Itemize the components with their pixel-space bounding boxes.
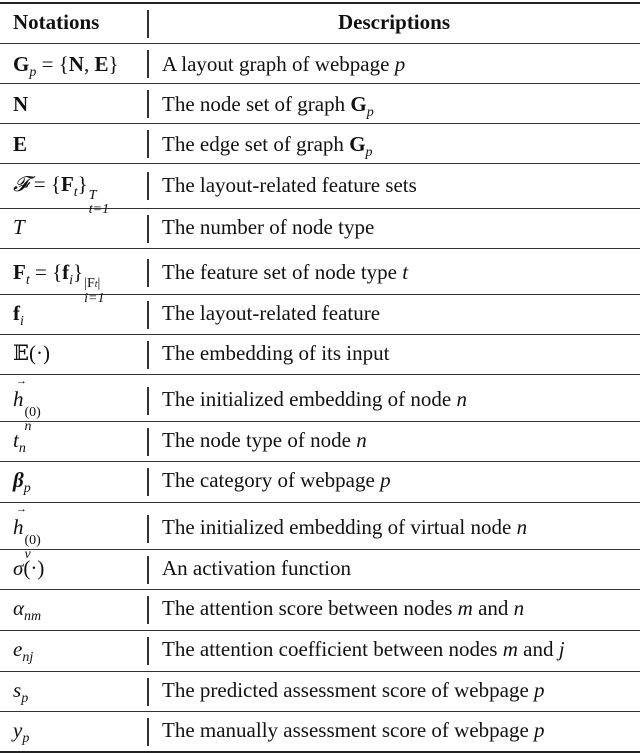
table-row: tn The node type of node n — [0, 422, 640, 462]
description-cell: An activation function — [162, 556, 351, 580]
description-cell: The number of node type — [162, 215, 375, 239]
description-cell: The attention score between nodes m and … — [162, 596, 525, 620]
description-cell: The attention coefficient between nodes … — [162, 637, 565, 661]
column-separator — [147, 259, 149, 287]
description-cell: The layout-related feature — [162, 301, 381, 325]
table-row: N The node set of graph Gp — [0, 84, 640, 124]
notation-cell: 𝔼(·) — [13, 341, 50, 365]
description-cell: The feature set of node type t — [162, 260, 409, 284]
column-separator — [147, 515, 149, 543]
table-row: Gp = {N, E} A layout graph of webpage p — [0, 44, 640, 84]
notation-cell: T — [13, 215, 25, 239]
description-cell: The predicted assessment score of webpag… — [162, 678, 545, 702]
column-separator — [147, 468, 149, 496]
column-separator — [147, 50, 149, 78]
description-cell: The initialized embedding of node n — [162, 387, 467, 411]
table-row: sp The predicted assessment score of web… — [0, 672, 640, 712]
table-row: αnm The attention score between nodes m … — [0, 590, 640, 631]
description-cell: The layout-related feature sets — [162, 173, 417, 197]
table-row: 𝔼(·) The embedding of its input — [0, 335, 640, 375]
table-row: enj The attention coefficient between no… — [0, 631, 640, 672]
bottom-rule — [0, 751, 640, 753]
header-row: Notations Descriptions — [0, 4, 640, 44]
column-separator — [147, 301, 149, 329]
header-descriptions: Descriptions — [338, 10, 450, 34]
table-row: h(0)v The initialized embedding of virtu… — [0, 503, 640, 562]
table-row: βp The category of webpage p — [0, 462, 640, 503]
description-cell: The edge set of graph Gp — [162, 132, 373, 160]
table-row: Ft = {fi} |Ft| i=1 The feature set of node… — [0, 249, 640, 306]
description-cell: The manually assessment score of webpage… — [162, 718, 545, 742]
column-separator — [147, 341, 149, 369]
notation-cell: αnm — [13, 596, 42, 624]
notation-cell: βp — [13, 468, 31, 496]
column-separator — [147, 130, 149, 158]
notation-cell: Gp = {N, E} — [13, 52, 119, 80]
table-row: T The number of node type — [0, 209, 640, 249]
description-cell: The embedding of its input — [162, 341, 390, 365]
notation-cell: yp — [13, 718, 30, 746]
description-cell: The category of webpage p — [162, 468, 391, 492]
table-row: σ(·) An activation function — [0, 550, 640, 590]
notation-cell: fi — [13, 301, 24, 329]
description-cell: The node type of node n — [162, 428, 367, 452]
header-notations: Notations — [13, 10, 100, 34]
description-cell: A layout graph of webpage p — [162, 52, 406, 76]
notation-cell: E — [13, 132, 28, 156]
column-separator — [147, 678, 149, 706]
description-cell: The initialized embedding of virtual nod… — [162, 515, 528, 539]
column-separator — [147, 428, 149, 456]
table-row: h(0)n The initialized embedding of node … — [0, 375, 640, 434]
column-separator — [147, 172, 149, 200]
column-separator — [147, 718, 149, 746]
notation-cell: enj — [13, 637, 34, 665]
notation-cell: sp — [13, 678, 29, 706]
table-row: E The edge set of graph Gp — [0, 124, 640, 164]
notation-cell: N — [13, 92, 29, 116]
notation-cell: tn — [13, 428, 26, 456]
description-cell: The node set of graph Gp — [162, 92, 374, 120]
column-separator — [147, 637, 149, 665]
table-row: fi The layout-related feature — [0, 295, 640, 335]
column-separator — [147, 556, 149, 584]
table-row: 𝓕 = {Ft} Tt=1 The layout-related feature … — [0, 164, 640, 217]
column-separator — [147, 215, 149, 243]
table-row: yp The manually assessment score of webp… — [0, 712, 640, 751]
notation-cell: σ(·) — [13, 556, 45, 580]
column-separator — [147, 387, 149, 415]
column-separator — [147, 90, 149, 118]
column-separator — [147, 596, 149, 624]
